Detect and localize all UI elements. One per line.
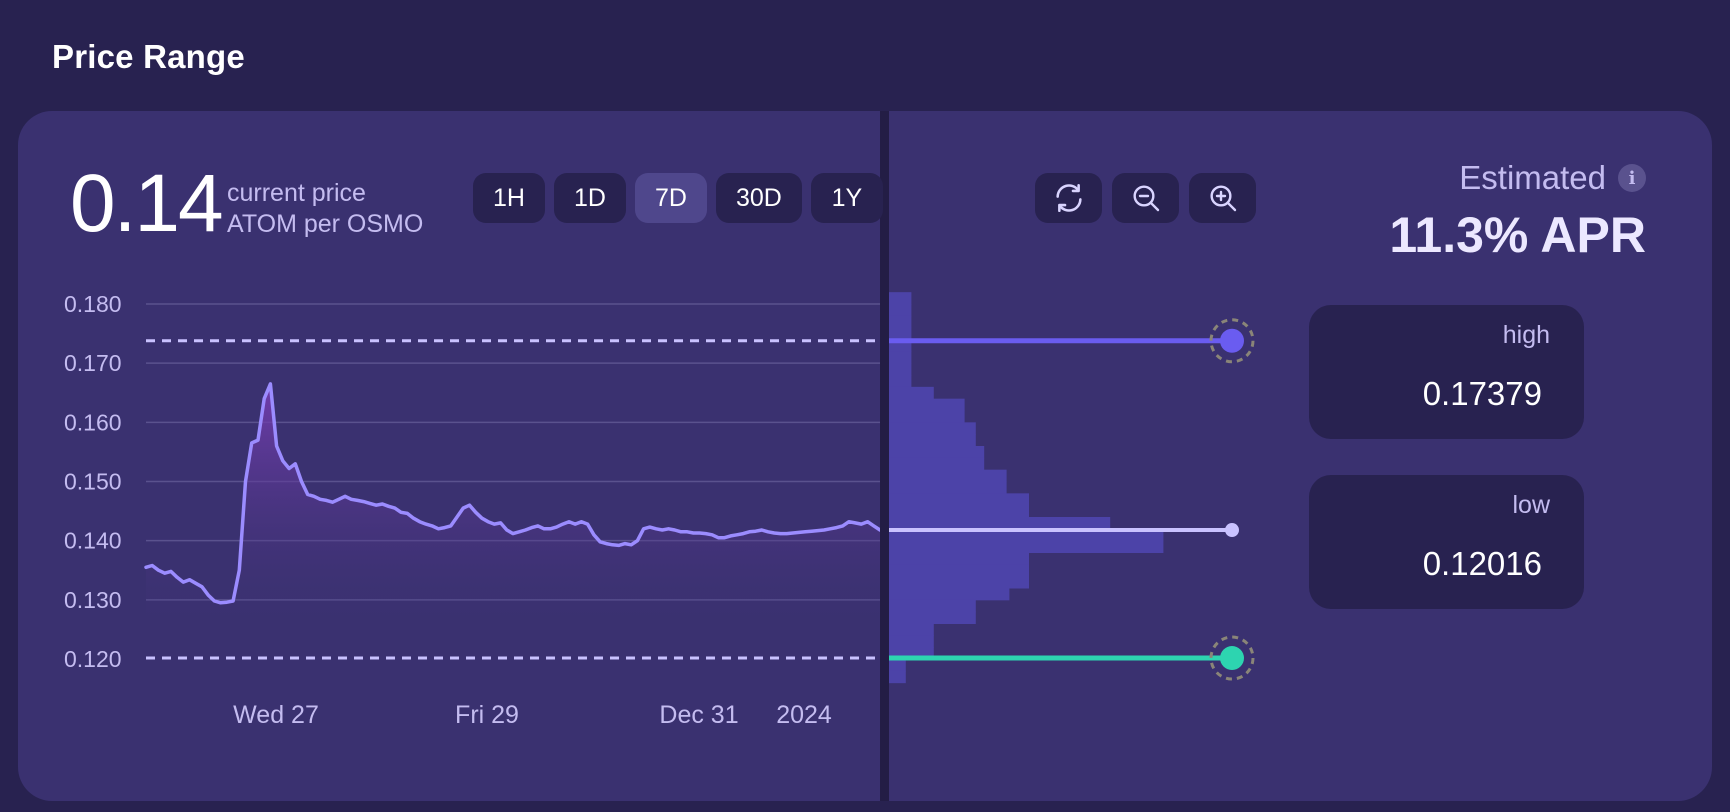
liquidity-bar (889, 493, 1029, 506)
zoom-in-button[interactable] (1189, 173, 1256, 223)
liquidity-bar (889, 327, 912, 340)
liquidity-bar (889, 540, 1164, 553)
current-price-dot (1225, 523, 1239, 538)
current-price-label: current price (227, 179, 366, 207)
high-price-box[interactable]: high 0.17379 (1309, 305, 1584, 439)
price-area (146, 383, 880, 633)
current-price-caption: current price ATOM per OSMO (227, 178, 423, 240)
liquidity-bar (889, 623, 934, 636)
liquidity-bar (889, 670, 906, 684)
info-icon[interactable]: i (1618, 164, 1646, 192)
liquidity-bar (889, 517, 1111, 530)
y-tick-label: 0.180 (64, 291, 122, 317)
y-tick-label: 0.130 (64, 587, 122, 613)
low-price-value[interactable]: 0.12016 (1423, 545, 1542, 583)
liquidity-bar (889, 457, 985, 471)
range-1h-button[interactable]: 1H (473, 173, 545, 223)
x-tick-label: Fri 29 (455, 701, 519, 729)
liquidity-bar (889, 481, 1007, 494)
liquidity-bar (889, 599, 976, 613)
y-tick-label: 0.120 (64, 646, 122, 672)
estimated-label: Estimated (1459, 159, 1606, 196)
low-price-label: low (1512, 491, 1550, 519)
liquidity-bar (889, 304, 912, 317)
liquidity-bar (889, 398, 965, 411)
chart-tools (1035, 173, 1256, 223)
low-range-handle[interactable] (1220, 646, 1244, 671)
liquidity-bar (889, 576, 1029, 589)
liquidity-bar (889, 375, 912, 388)
liquidity-bar (889, 635, 934, 648)
apr-value: 11.3% APR (1389, 207, 1646, 263)
liquidity-bar (889, 469, 1007, 482)
liquidity-bar (889, 434, 976, 447)
y-tick-label: 0.160 (64, 409, 122, 435)
liquidity-bar (889, 410, 965, 423)
liquidity-bar (889, 564, 1029, 577)
x-tick-label: 2024 (776, 701, 832, 729)
zoom-out-button[interactable] (1112, 173, 1179, 223)
high-price-label: high (1502, 321, 1550, 349)
liquidity-bar (889, 552, 1029, 565)
liquidity-bar (889, 611, 976, 624)
liquidity-bar (889, 505, 1029, 518)
zoom-out-icon (1132, 185, 1159, 212)
range-1d-button[interactable]: 1D (554, 173, 626, 223)
liquidity-bar (889, 446, 985, 459)
zoom-in-icon (1209, 185, 1236, 212)
page-title: Price Range (52, 38, 245, 75)
liquidity-bar (889, 351, 912, 364)
range-1y-button[interactable]: 1Y (810, 173, 883, 223)
low-price-box[interactable]: low 0.12016 (1309, 475, 1584, 609)
y-tick-label: 0.140 (64, 528, 122, 554)
liquidity-bar (889, 588, 1010, 601)
high-price-value[interactable]: 0.17379 (1423, 375, 1542, 413)
y-tick-label: 0.150 (64, 469, 122, 495)
y-tick-label: 0.170 (64, 350, 122, 376)
x-tick-label: Dec 31 (659, 701, 738, 729)
liquidity-bar (889, 363, 912, 376)
range-7d-button[interactable]: 7D (635, 173, 707, 223)
estimated-apr-label: Estimated i (1459, 159, 1646, 197)
price-pair-label: ATOM per OSMO (227, 210, 424, 238)
liquidity-bar (889, 386, 934, 400)
liquidity-bar (889, 292, 912, 305)
range-30d-button[interactable]: 30D (716, 173, 802, 223)
liquidity-bar (889, 422, 976, 435)
reset-button[interactable] (1035, 173, 1102, 223)
x-tick-label: Wed 27 (233, 701, 319, 729)
high-range-handle[interactable] (1220, 328, 1244, 353)
refresh-icon (1055, 183, 1082, 213)
time-range-selector: 1H 1D 7D 30D 1Y (473, 173, 883, 223)
liquidity-bar (889, 659, 906, 672)
current-price-value: 0.14 (70, 158, 224, 249)
price-range-card: 0.180 0.170 0.160 0.150 0.140 0.130 0.120 Wed 2… (18, 111, 1712, 801)
liquidity-bar (889, 315, 912, 329)
